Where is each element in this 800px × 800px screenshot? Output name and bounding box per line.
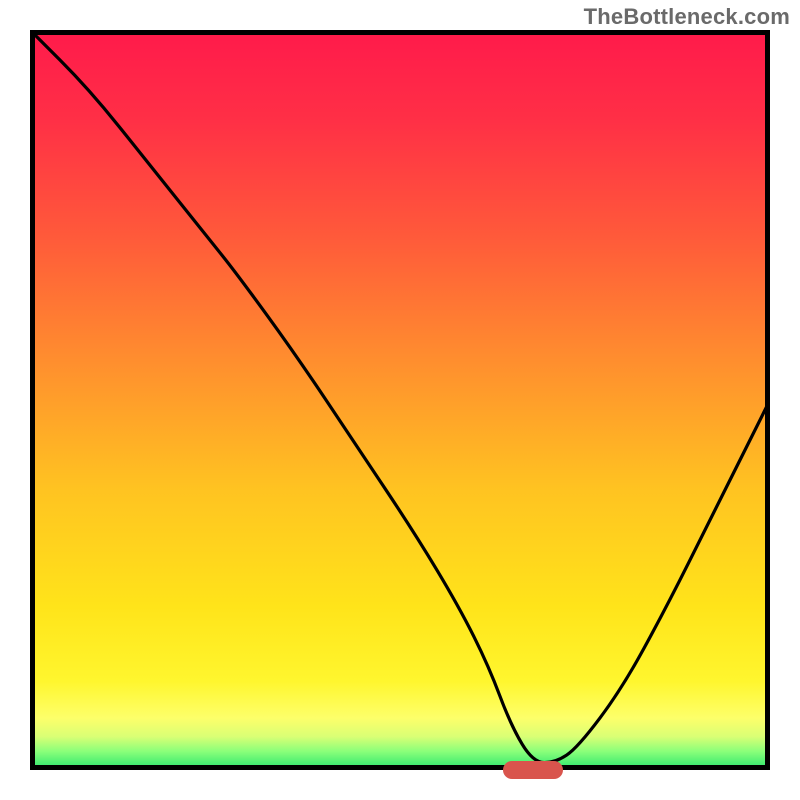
gradient-background — [30, 30, 770, 770]
bottleneck-chart: TheBottleneck.com — [0, 0, 800, 800]
watermark-text: TheBottleneck.com — [584, 4, 790, 30]
optimal-marker — [503, 761, 563, 779]
chart-svg — [0, 0, 800, 800]
